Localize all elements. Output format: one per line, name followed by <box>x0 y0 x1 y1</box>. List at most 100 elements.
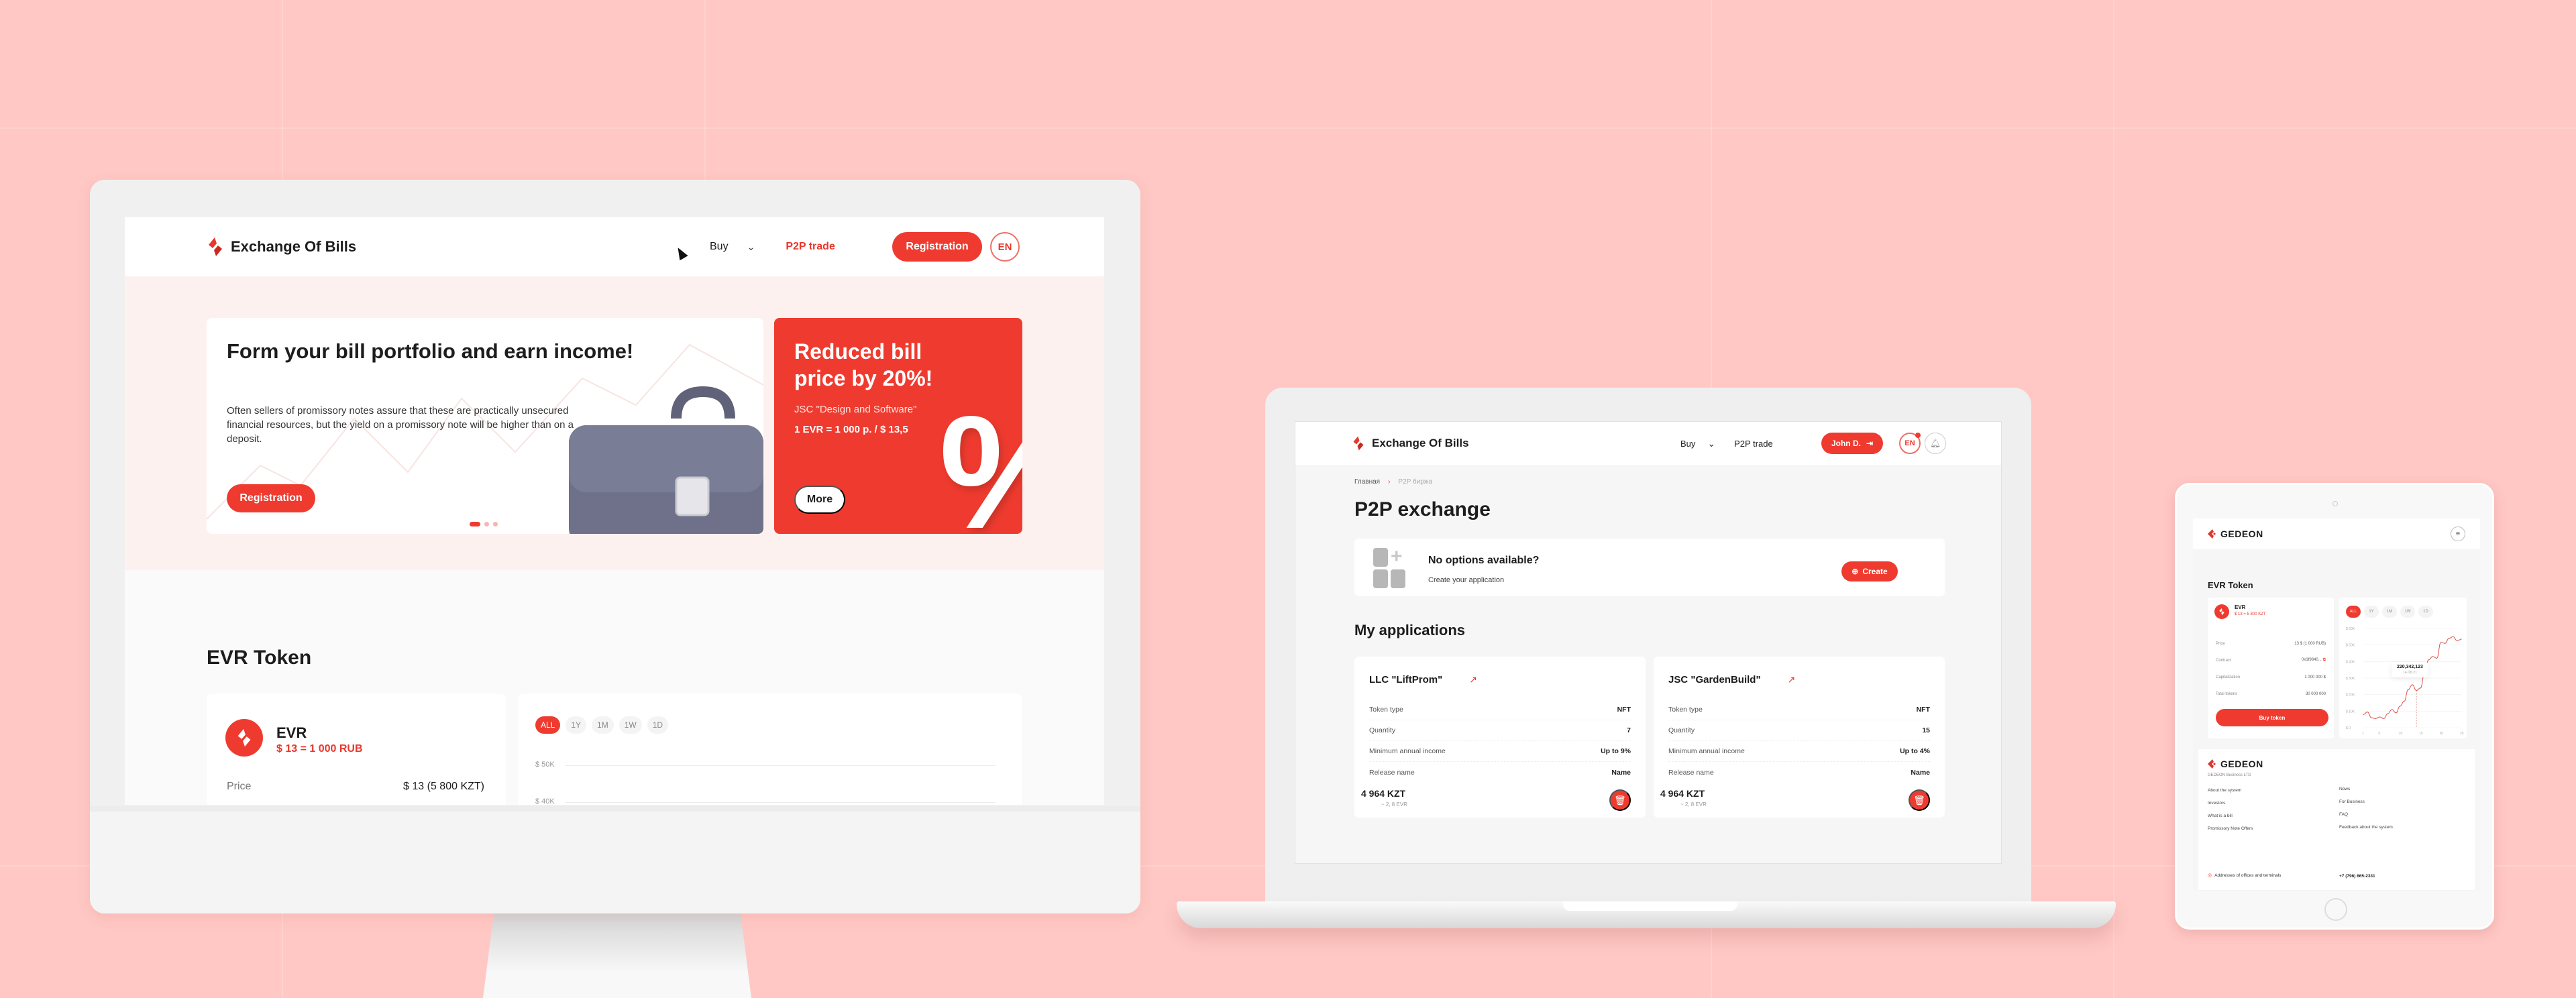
footer-link[interactable]: FAQ <box>2339 812 2393 817</box>
detail-value: 1 000 000 $ <box>2304 675 2326 679</box>
token-name: EVR <box>2235 604 2246 610</box>
brand-name: Exchange Of Bills <box>231 238 357 255</box>
detail-label: Price <box>2216 641 2225 646</box>
brand-logo[interactable]: GEDEON <box>2208 529 2263 539</box>
site-header: GEDEON ≡ <box>2193 518 2480 549</box>
menu-icon[interactable]: ≡ <box>2451 526 2465 541</box>
carousel-dot[interactable] <box>484 522 489 526</box>
application-name: LLC "LiftProm" <box>1369 674 1443 685</box>
detail-label: Quantity <box>1369 726 1396 734</box>
footer-link[interactable]: Feedback about the system <box>2339 825 2393 830</box>
application-evr: ~ 2, 8 EVR <box>1680 801 1707 808</box>
application-title[interactable]: JSC "GardenBuild" ↗ <box>1668 674 1795 685</box>
footer-link[interactable]: For Business <box>2339 799 2393 804</box>
registration-button[interactable]: Registration <box>892 232 982 262</box>
detail-value: NFT <box>1617 706 1631 714</box>
token-chart-card: ALL 1Y 1M 1W 1D $ 0 $ 10K $ 20K $ 30K $ 40K $… <box>2339 598 2467 738</box>
detail-value: Up to 9% <box>1601 747 1631 755</box>
nav-p2p-trade[interactable]: P2P trade <box>786 241 835 253</box>
detail-value: Up to 4% <box>1900 747 1930 755</box>
percent-icon: % <box>939 392 1022 534</box>
footer-address: Addresses of offices and terminals <box>2214 873 2282 878</box>
footer-links-col2: News For Business FAQ Feedback about the… <box>2339 787 2393 830</box>
monitor-chin <box>90 806 1140 913</box>
footer-logo[interactable]: GEDEON <box>2208 759 2263 769</box>
create-application-button[interactable]: ⊕ Create <box>1841 561 1898 581</box>
carousel-dot[interactable] <box>493 522 498 526</box>
data-point[interactable] <box>2432 656 2434 657</box>
y-tick-label: $ 40K <box>2346 660 2355 664</box>
brand-logo[interactable]: Exchange Of Bills <box>1352 435 1469 451</box>
tooltip-date: 14.08.21 <box>2402 671 2418 675</box>
home-button[interactable] <box>2324 898 2347 921</box>
bg-gridline <box>0 127 2576 129</box>
brand-logo[interactable]: Exchange Of Bills <box>207 236 356 258</box>
footer-phone[interactable]: +7 (796) 665-2331 <box>2339 874 2375 879</box>
token-name: EVR <box>276 724 307 741</box>
detail-label: Total tokens <box>2216 691 2238 696</box>
chevron-down-icon: ⌄ <box>1707 437 1716 449</box>
x-tick-label: 25 <box>2460 732 2464 736</box>
detail-value: 7 <box>1627 726 1631 734</box>
user-account-button[interactable]: John D. ⇥ <box>1821 433 1883 454</box>
external-link-icon[interactable]: ↗ <box>1469 674 1477 685</box>
mouse-cursor-icon <box>674 245 688 261</box>
breadcrumb-current: P2P биржа <box>1398 478 1433 486</box>
breadcrumb-home[interactable]: Главная <box>1354 478 1380 486</box>
detail-row: Token type NFT <box>1668 700 1930 720</box>
data-point[interactable] <box>2383 718 2385 720</box>
token-details: Price 13 $ (1 000 RUB) Contract 0x1f9840..… <box>2216 635 2326 702</box>
data-point[interactable] <box>2387 713 2389 714</box>
nav-buy-dropdown[interactable]: Buy ⌄ <box>1680 438 1715 449</box>
hero-registration-button[interactable]: Registration <box>227 484 315 512</box>
detail-value: Name <box>1911 768 1930 777</box>
language-switch[interactable]: EN <box>990 232 1020 262</box>
briefcase-illustration <box>569 386 763 534</box>
x-tick-label: 10 <box>2399 732 2403 736</box>
language-switch[interactable]: EN <box>1899 433 1921 454</box>
main-nav: Buy ⌄ P2P trade <box>1680 422 1773 465</box>
logo-icon <box>207 236 224 258</box>
carousel-dot[interactable] <box>470 522 480 526</box>
data-point[interactable] <box>2375 718 2376 720</box>
site-footer: GEDEON GEDEON Business LTD About the sys… <box>2198 749 2475 890</box>
buy-token-button[interactable]: Buy token <box>2216 709 2328 726</box>
token-section-title: EVR Token <box>207 647 312 669</box>
data-point[interactable] <box>2436 657 2438 659</box>
delete-application-button[interactable]: 🗑︎ <box>1909 789 1930 811</box>
nav-buy-dropdown[interactable]: Buy ⌄ <box>710 241 755 253</box>
footer-address-link[interactable]: ◎ Addresses of offices and terminals <box>2208 873 2282 879</box>
footer-link[interactable]: Promissory Note Offers <box>2208 826 2253 831</box>
detail-row: Release name Name <box>1369 762 1631 783</box>
chevron-down-icon: ⌄ <box>747 241 755 252</box>
copy-icon[interactable]: ⧉ <box>2323 658 2326 662</box>
footer-link[interactable]: News <box>2339 787 2393 791</box>
detail-row: Total tokens 30 000 000 <box>2216 685 2326 702</box>
footer-link[interactable]: Investors <box>2208 801 2253 806</box>
breadcrumb-separator-icon: › <box>1388 478 1391 486</box>
hero-slide: Form your bill portfolio and earn income… <box>207 318 763 534</box>
application-title[interactable]: LLC "LiftProm" ↗ <box>1369 674 1477 685</box>
promo-more-button[interactable]: More <box>794 486 845 514</box>
external-link-icon[interactable]: ↗ <box>1788 674 1796 685</box>
nav-p2p-trade[interactable]: P2P trade <box>1734 439 1773 449</box>
detail-row: Capitalization 1 000 000 $ <box>2216 669 2326 685</box>
detail-row: Release name Name <box>1668 762 1930 783</box>
promo-title: Reduced bill price by 20%! <box>794 339 933 390</box>
data-point[interactable] <box>2379 716 2380 718</box>
footer-link[interactable]: About the system <box>2208 788 2253 793</box>
bell-icon[interactable]: 🔔︎ <box>1925 433 1946 454</box>
camera-icon <box>2332 501 2338 506</box>
logo-icon <box>2208 529 2216 539</box>
delete-application-button[interactable]: 🗑︎ <box>1609 789 1631 811</box>
data-point[interactable] <box>2440 642 2442 643</box>
tablet: GEDEON ≡ EVR Token EVR $ 13 = 5 800 KZT … <box>2175 483 2494 930</box>
data-point[interactable] <box>2420 687 2421 689</box>
detail-label: Release name <box>1668 768 1714 777</box>
data-point[interactable] <box>2428 659 2429 661</box>
detail-value: 0x1f9840... <box>2302 658 2322 662</box>
x-tick-label: 5 <box>2378 732 2380 736</box>
x-tick-label: 1 <box>2362 732 2364 736</box>
footer-link[interactable]: What is a bill <box>2208 814 2253 818</box>
page-title: P2P exchange <box>1354 498 1491 520</box>
